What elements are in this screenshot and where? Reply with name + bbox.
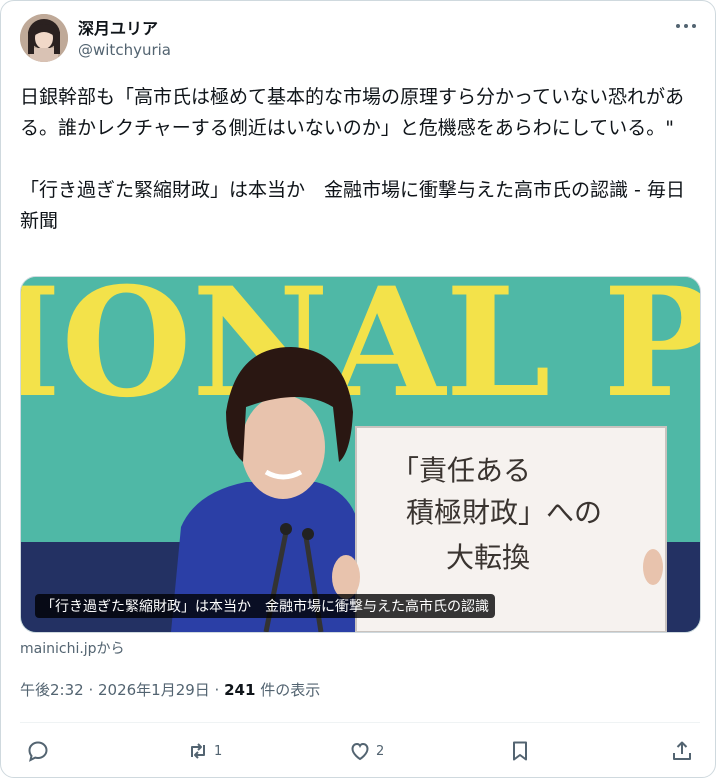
user-name[interactable]: 深月ユリア	[78, 15, 158, 39]
user-avatar[interactable]	[20, 14, 68, 62]
link-card-image[interactable]: IONAL P 「責任ある 積極財政」への 大転換	[20, 276, 701, 633]
user-handle[interactable]: @witchyuria	[78, 41, 171, 59]
card-source-link[interactable]: mainichi.jpから	[20, 638, 125, 658]
views-label: 件の表示	[255, 681, 321, 699]
reply-button[interactable]	[26, 738, 54, 764]
retweet-icon	[191, 743, 205, 759]
divider	[20, 722, 700, 723]
card-caption: 「行き過ぎた緊縮財政」は本当か 金融市場に衝撃与えた高市氏の認識	[35, 594, 495, 618]
backdrop-lettering: IONAL P	[21, 277, 700, 431]
view-count: 241	[224, 681, 256, 699]
timestamp[interactable]: 午後2:32 · 2026年1月29日 ·	[20, 681, 224, 699]
like-count: 2	[376, 743, 385, 759]
bookmark-button[interactable]	[508, 738, 532, 764]
bookmark-icon	[513, 741, 527, 761]
retweet-button[interactable]: 1	[186, 738, 222, 764]
heart-icon	[351, 742, 369, 761]
share-icon	[673, 741, 691, 760]
retweet-count: 1	[214, 743, 223, 759]
reply-icon	[28, 741, 48, 762]
more-options-icon[interactable]	[676, 22, 698, 32]
tweet-meta: 午後2:32 · 2026年1月29日 · 241 件の表示	[20, 679, 320, 700]
like-button[interactable]: 2	[348, 738, 384, 764]
tweet-text: 日銀幹部も「高市氏は極めて基本的な市場の原理すら分かっていない恐れがある。誰かレ…	[20, 86, 685, 232]
share-button[interactable]	[670, 738, 694, 764]
